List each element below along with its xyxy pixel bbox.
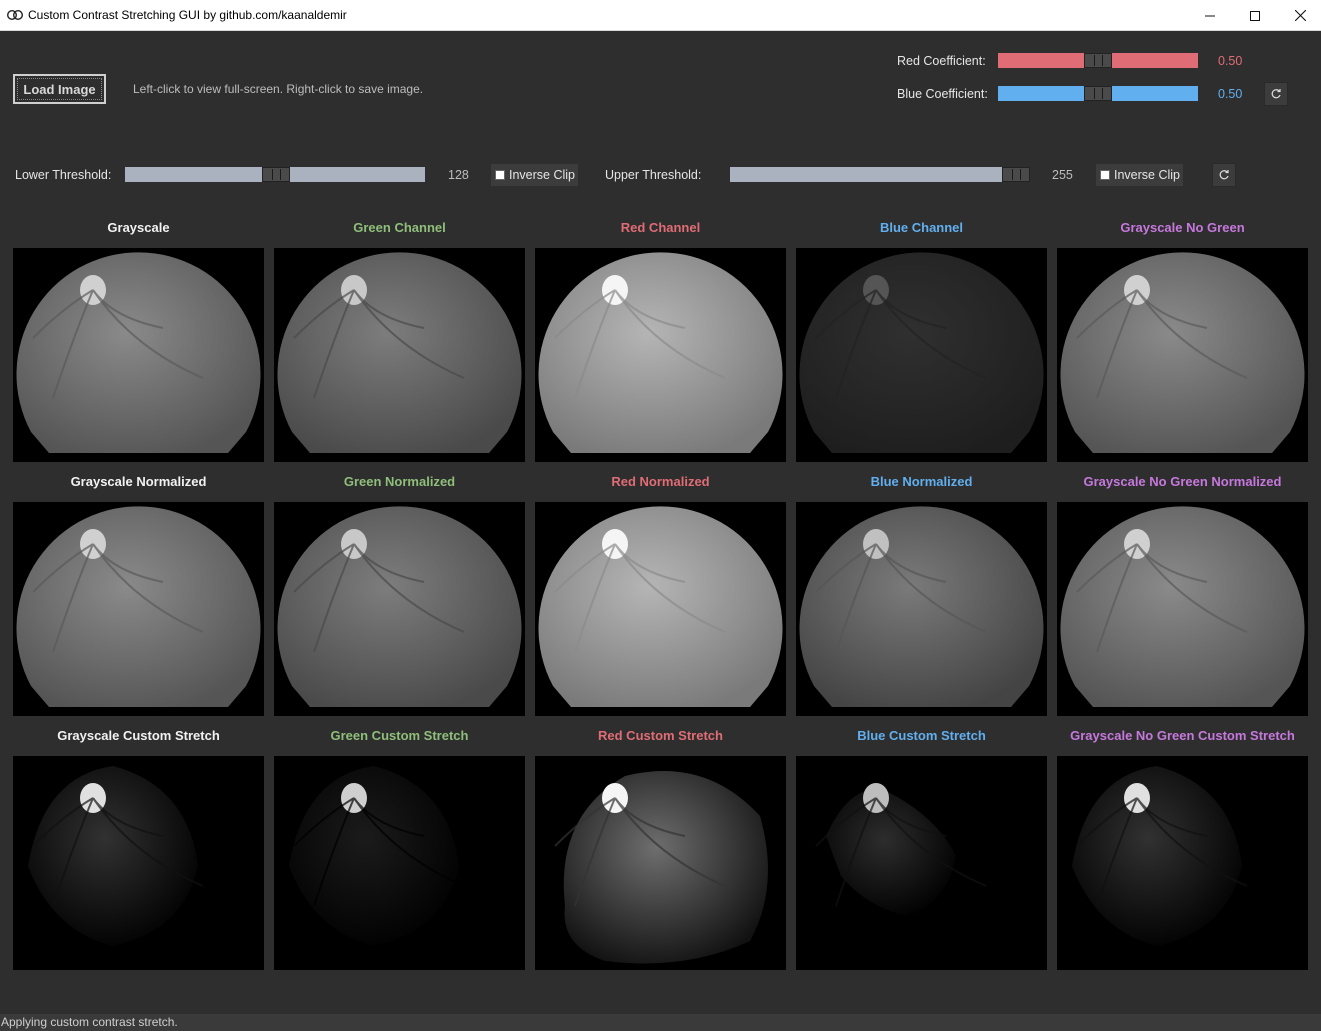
image-preview[interactable] <box>13 248 264 462</box>
image-title: Grayscale Custom Stretch <box>57 728 220 743</box>
fundus-image <box>1060 252 1305 453</box>
blue-coefficient-handle[interactable] <box>1084 86 1112 101</box>
fundus-image <box>554 771 768 964</box>
app-icon <box>7 10 23 20</box>
image-title: Red Normalized <box>611 474 710 489</box>
image-title: Grayscale Normalized <box>70 474 207 489</box>
red-coefficient-slider[interactable] <box>998 53 1198 68</box>
inverse-clip-label: Inverse Clip <box>1114 168 1180 182</box>
image-preview[interactable] <box>13 756 264 970</box>
lower-inverse-clip-checkbox[interactable]: Inverse Clip <box>491 164 578 186</box>
image-preview[interactable] <box>535 248 786 462</box>
image-title: Green Custom Stretch <box>330 728 469 743</box>
red-coefficient-label: Red Coefficient: <box>897 54 986 68</box>
image-title: Blue Channel <box>879 220 964 235</box>
image-preview[interactable] <box>1057 248 1308 462</box>
fundus-image <box>277 252 522 453</box>
close-button[interactable] <box>1277 0 1321 31</box>
image-title: Grayscale No Green Custom Stretch <box>1070 728 1295 743</box>
image-title: Green Normalized <box>343 474 456 489</box>
upper-inverse-clip-checkbox[interactable]: Inverse Clip <box>1096 164 1183 186</box>
image-preview[interactable] <box>274 502 525 716</box>
blue-coefficient-value: 0.50 <box>1218 87 1243 101</box>
maximize-button[interactable] <box>1232 0 1278 31</box>
image-title: Blue Custom Stretch <box>857 728 986 743</box>
image-preview[interactable] <box>274 248 525 462</box>
image-preview[interactable] <box>1057 502 1308 716</box>
status-text: Applying custom contrast stretch. <box>1 1015 178 1029</box>
red-coefficient-handle[interactable] <box>1084 53 1112 68</box>
fundus-image <box>16 252 261 453</box>
fundus-image <box>799 506 1044 707</box>
maximize-icon <box>1250 10 1260 21</box>
image-preview[interactable] <box>796 502 1047 716</box>
lower-threshold-label: Lower Threshold: <box>15 168 112 182</box>
image-preview[interactable] <box>796 248 1047 462</box>
usage-hint: Left-click to view full-screen. Right-cl… <box>133 82 424 96</box>
image-preview[interactable] <box>796 756 1047 970</box>
image-preview[interactable] <box>535 502 786 716</box>
image-preview[interactable] <box>535 756 786 970</box>
image-preview[interactable] <box>1057 756 1308 970</box>
fundus-image <box>289 766 465 946</box>
fundus-image <box>538 252 783 453</box>
fundus-image <box>277 506 522 707</box>
title-bar: Custom Contrast Stretching GUI by github… <box>0 0 1321 31</box>
upper-threshold-label: Upper Threshold: <box>605 168 702 182</box>
lower-threshold-handle[interactable] <box>261 167 290 182</box>
lower-threshold-slider[interactable] <box>125 167 425 182</box>
image-preview[interactable] <box>274 756 525 970</box>
main-area: Load Image Left-click to view full-scree… <box>0 31 1321 1014</box>
image-title: Blue Normalized <box>870 474 973 489</box>
upper-threshold-value: 255 <box>1052 168 1073 182</box>
refresh-icon <box>1219 170 1229 180</box>
close-icon <box>1294 10 1306 21</box>
checkbox-box[interactable] <box>495 170 505 180</box>
fundus-image <box>799 252 1044 453</box>
image-title: Grayscale No Green Normalized <box>1083 474 1282 489</box>
image-title: Grayscale No Green <box>1120 220 1245 235</box>
status-bar: Applying custom contrast stretch. <box>0 1014 1321 1031</box>
image-title: Red Custom Stretch <box>598 728 723 743</box>
blue-coefficient-slider[interactable] <box>998 86 1198 101</box>
fundus-image <box>16 506 261 707</box>
refresh-icon <box>1271 89 1281 99</box>
minimize-icon <box>1205 15 1215 16</box>
image-title: Grayscale <box>107 220 170 235</box>
image-preview[interactable] <box>13 502 264 716</box>
load-image-button[interactable]: Load Image <box>13 74 106 104</box>
reset-thresholds-button[interactable] <box>1212 163 1236 187</box>
fundus-image <box>815 783 987 916</box>
fundus-image <box>538 506 783 707</box>
blue-coefficient-label: Blue Coefficient: <box>897 87 988 101</box>
inverse-clip-label: Inverse Clip <box>509 168 575 182</box>
red-coefficient-value: 0.50 <box>1218 54 1243 68</box>
upper-threshold-handle[interactable] <box>1002 167 1030 182</box>
lower-threshold-value: 128 <box>448 168 469 182</box>
fundus-image <box>1072 766 1248 946</box>
image-title: Green Channel <box>353 220 446 235</box>
fundus-image <box>1060 506 1305 707</box>
image-title: Red Channel <box>620 220 701 235</box>
reset-coefficients-button[interactable] <box>1264 82 1288 106</box>
minimize-button[interactable] <box>1187 0 1233 31</box>
fundus-image <box>28 766 204 946</box>
upper-threshold-slider[interactable] <box>730 167 1030 182</box>
window-title: Custom Contrast Stretching GUI by github… <box>28 8 347 22</box>
checkbox-box[interactable] <box>1100 170 1110 180</box>
